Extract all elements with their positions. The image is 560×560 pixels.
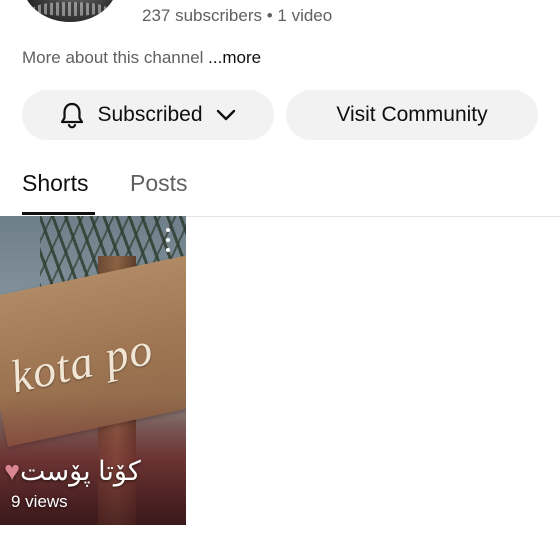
tab-shorts[interactable]: Shorts [22, 170, 88, 197]
subscribed-button[interactable]: Subscribed [22, 90, 274, 140]
channel-tabs: Shorts Posts [0, 160, 560, 217]
about-more-link[interactable]: ...more [208, 48, 261, 67]
bell-icon [59, 101, 85, 129]
chevron-down-icon [215, 108, 237, 122]
short-view-count: 9 views [11, 492, 68, 511]
short-thumbnail[interactable]: kota po ♥کۆتا پۆست 9 views [0, 216, 186, 525]
tab-posts[interactable]: Posts [130, 170, 188, 197]
channel-about[interactable]: More about this channel ...more [22, 48, 261, 68]
more-vert-icon[interactable] [158, 228, 178, 252]
thumbnail-caption: ♥کۆتا پۆست [4, 456, 141, 487]
visit-community-label: Visit Community [336, 103, 488, 126]
channel-stats: 237 subscribers • 1 video [142, 6, 333, 25]
tab-selected-indicator [22, 212, 95, 215]
thumbnail-caption-text: کۆتا پۆست [20, 456, 141, 486]
visit-community-button[interactable]: Visit Community [286, 90, 538, 140]
subscribed-label: Subscribed [97, 103, 203, 126]
channel-page: 237 subscribers • 1 video More about thi… [0, 0, 560, 560]
heart-icon: ♥ [4, 456, 21, 486]
about-text: More about this channel [22, 48, 209, 67]
channel-avatar[interactable] [22, 0, 118, 22]
